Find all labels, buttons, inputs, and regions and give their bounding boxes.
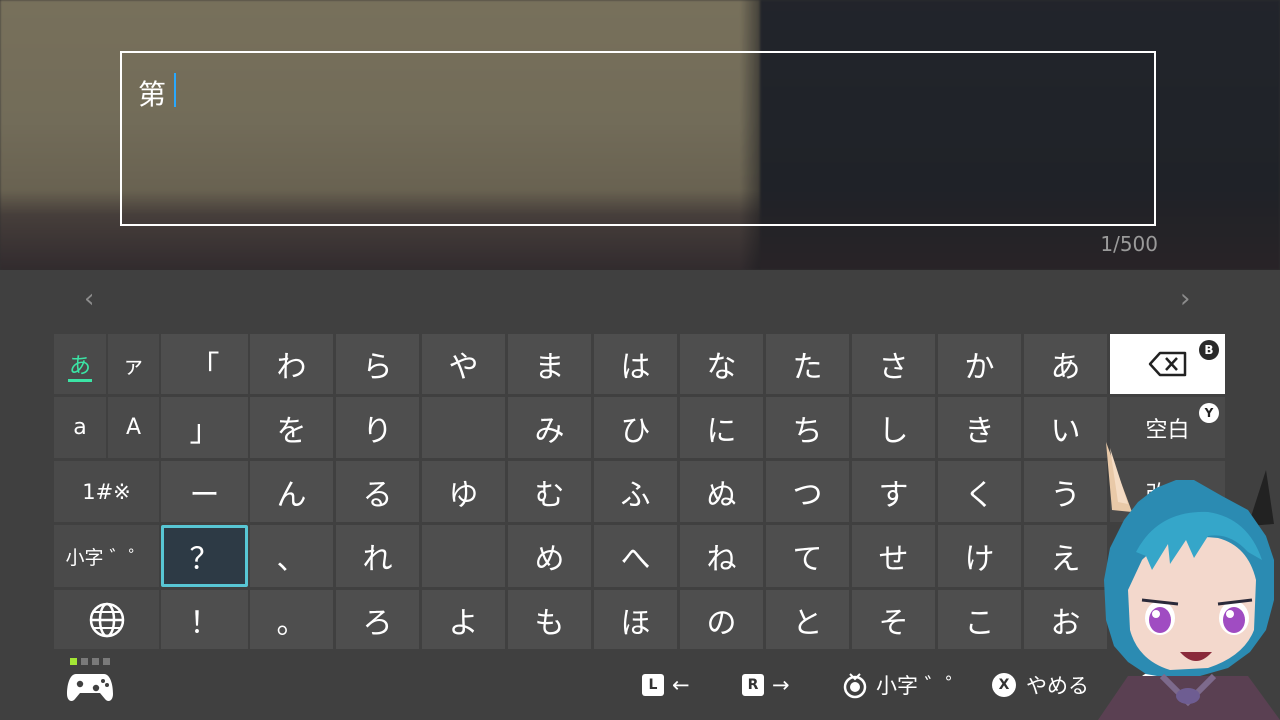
hint-l-cursor-left[interactable]: L ← [642, 671, 690, 699]
kana-key[interactable]: せ [852, 525, 935, 587]
page-next-arrow-icon[interactable]: › [1180, 284, 1190, 314]
kana-key[interactable]: て [766, 525, 849, 587]
x-button-icon: X [992, 673, 1016, 697]
backspace-icon [1148, 351, 1186, 377]
char-count: 1/500 [1100, 232, 1158, 256]
kana-key[interactable]: 「 [161, 334, 248, 394]
kana-key[interactable]: き [938, 397, 1021, 458]
vtuber-avatar-overlay [1098, 442, 1280, 720]
kana-key[interactable]: ろ [336, 590, 419, 649]
kana-key[interactable]: み [508, 397, 591, 458]
controller-page-dots [70, 658, 110, 665]
kana-key-selected[interactable]: ？ [161, 525, 248, 587]
kana-key[interactable]: は [594, 334, 677, 394]
text-caret [174, 73, 176, 107]
kana-key[interactable]: や [422, 334, 505, 394]
kana-key[interactable]: に [680, 397, 763, 458]
hint-x-cancel[interactable]: X やめる [992, 671, 1089, 699]
kana-key[interactable]: を [250, 397, 333, 458]
kana-key[interactable]: ほ [594, 590, 677, 649]
controller-icon [66, 670, 114, 708]
kana-key[interactable]: ね [680, 525, 763, 587]
kana-key[interactable]: ち [766, 397, 849, 458]
kana-key[interactable]: う [1024, 461, 1107, 522]
hint-stick-label: 小字 ゛゜ [876, 674, 967, 698]
kana-key[interactable]: な [680, 334, 763, 394]
kana-key[interactable]: ふ [594, 461, 677, 522]
small-kana-label: 小字 ゛゜ [65, 546, 148, 569]
kana-key[interactable]: こ [938, 590, 1021, 649]
kana-key[interactable]: く [938, 461, 1021, 522]
kana-key[interactable]: さ [852, 334, 935, 394]
space-label: 空白 [1145, 417, 1190, 443]
mode-katakana-key[interactable]: ァ [108, 334, 159, 394]
mode-katakana-label: ァ [122, 354, 145, 379]
r-button-icon: R [742, 674, 764, 696]
kana-key[interactable]: ぬ [680, 461, 763, 522]
small-kana-toggle-key[interactable]: 小字 ゛゜ [54, 525, 159, 587]
mode-uppercase-key[interactable]: A [108, 397, 159, 458]
kana-key[interactable]: え [1024, 525, 1107, 587]
text-input-value: 第 [138, 78, 167, 111]
kana-key[interactable]: り [336, 397, 419, 458]
kana-key[interactable]: 」 [161, 397, 248, 458]
kana-key[interactable]: よ [422, 590, 505, 649]
l-button-icon: L [642, 674, 664, 696]
kana-key[interactable]: の [680, 590, 763, 649]
kana-key[interactable]: ひ [594, 397, 677, 458]
kana-key[interactable]: す [852, 461, 935, 522]
kana-key[interactable]: れ [336, 525, 419, 587]
hint-r-label: → [772, 673, 790, 697]
backspace-b-badge: B [1199, 340, 1219, 360]
mode-hiragana-key[interactable]: あ [54, 334, 106, 394]
space-y-badge: Y [1199, 403, 1219, 423]
kana-key-blank [422, 397, 505, 458]
kana-key[interactable]: そ [852, 590, 935, 649]
language-switch-key[interactable] [54, 590, 159, 649]
mode-uppercase-label: A [125, 415, 142, 440]
kana-key[interactable]: 、 [250, 525, 333, 587]
kana-key[interactable]: む [508, 461, 591, 522]
hint-x-label: やめる [1026, 674, 1089, 698]
kana-key[interactable]: た [766, 334, 849, 394]
backspace-key[interactable]: B [1110, 334, 1225, 394]
hint-l-label: ← [672, 673, 690, 697]
kana-key[interactable]: け [938, 525, 1021, 587]
kana-key[interactable]: へ [594, 525, 677, 587]
kana-key[interactable]: お [1024, 590, 1107, 649]
mode-symbols-label: 1#※ [82, 479, 131, 504]
kana-key[interactable]: し [852, 397, 935, 458]
mode-symbols-key[interactable]: 1#※ [54, 461, 159, 522]
hint-stick-small-kana[interactable]: 小字 ゛゜ [842, 671, 967, 699]
hint-r-cursor-right[interactable]: R → [742, 671, 790, 699]
kana-key[interactable]: あ [1024, 334, 1107, 394]
text-input-box[interactable]: 第 [120, 51, 1156, 226]
kana-key[interactable]: と [766, 590, 849, 649]
kana-key[interactable]: も [508, 590, 591, 649]
kana-key[interactable]: つ [766, 461, 849, 522]
kana-key[interactable]: ゆ [422, 461, 505, 522]
kana-key[interactable]: ま [508, 334, 591, 394]
kana-key[interactable]: わ [250, 334, 333, 394]
kana-key[interactable]: 。 [250, 590, 333, 649]
mode-hiragana-label: あ [68, 354, 91, 379]
kana-key-blank [422, 525, 505, 587]
kana-key[interactable]: ら [336, 334, 419, 394]
stick-press-icon [843, 673, 867, 699]
kana-key[interactable]: か [938, 334, 1021, 394]
mode-lowercase-key[interactable]: a [54, 397, 106, 458]
kana-key[interactable]: る [336, 461, 419, 522]
kana-key[interactable]: い [1024, 397, 1107, 458]
kana-key[interactable]: ー [161, 461, 248, 522]
globe-icon [89, 602, 124, 637]
kana-key[interactable]: ん [250, 461, 333, 522]
page-prev-arrow-icon[interactable]: ‹ [84, 284, 94, 314]
mode-active-indicator [68, 379, 92, 382]
kana-key[interactable]: め [508, 525, 591, 587]
kana-key[interactable]: ！ [161, 590, 248, 649]
mode-lowercase-label: a [73, 415, 87, 440]
